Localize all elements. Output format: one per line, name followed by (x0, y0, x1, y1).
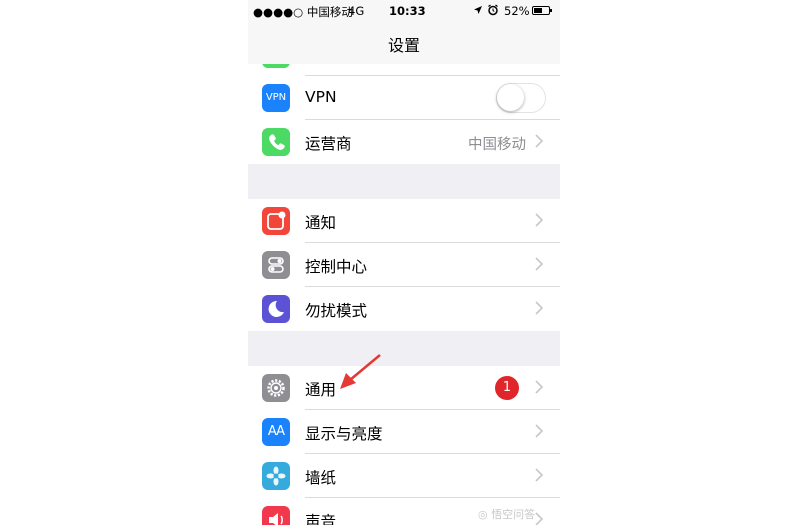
watermark: ◎ 悟空问答 (478, 508, 536, 521)
annotation-arrow-icon (340, 354, 381, 389)
